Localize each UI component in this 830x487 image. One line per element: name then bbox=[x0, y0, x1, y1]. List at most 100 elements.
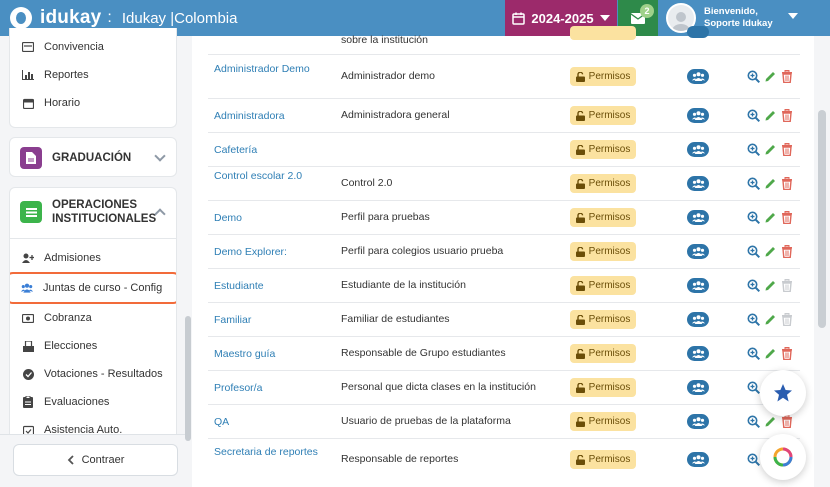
permissions-button[interactable]: Permisos bbox=[570, 174, 636, 193]
sidebar-section-graduacion[interactable]: GRADUACIÓN bbox=[9, 137, 177, 177]
profile-name-link[interactable]: Demo bbox=[214, 210, 324, 226]
trash-icon[interactable] bbox=[781, 109, 793, 122]
members-button[interactable] bbox=[687, 69, 709, 84]
members-button[interactable] bbox=[687, 380, 709, 395]
permissions-button[interactable]: Permisos bbox=[570, 276, 636, 295]
main-scrollbar-thumb[interactable] bbox=[818, 110, 826, 328]
zoom-in-icon[interactable] bbox=[747, 211, 760, 224]
zoom-in-icon[interactable] bbox=[747, 70, 760, 83]
permissions-button[interactable]: Permisos bbox=[570, 208, 636, 227]
members-button[interactable] bbox=[687, 142, 709, 157]
profile-name-link[interactable]: Cafetería bbox=[214, 142, 324, 158]
edit-pencil-icon[interactable] bbox=[764, 279, 777, 292]
logo[interactable]: idukay : Idukay |Colombia bbox=[10, 7, 237, 29]
edit-pencil-icon[interactable] bbox=[764, 109, 777, 122]
sidebar-item-reportes[interactable]: Reportes bbox=[10, 61, 176, 89]
trash-icon[interactable] bbox=[781, 70, 793, 83]
edit-pencil-icon[interactable] bbox=[764, 415, 777, 428]
profile-name-link[interactable]: Profesor/a bbox=[214, 380, 324, 396]
zoom-in-icon[interactable] bbox=[747, 245, 760, 258]
sidebar: Convivencia Reportes Horario GRADUACIÓN … bbox=[0, 28, 191, 487]
zoom-in-icon[interactable] bbox=[747, 279, 760, 292]
members-button[interactable] bbox=[687, 210, 709, 225]
sidebar-item-votaciones[interactable]: Votaciones - Resultados bbox=[10, 360, 176, 388]
members-button[interactable] bbox=[687, 346, 709, 361]
row-actions bbox=[747, 211, 793, 224]
sidebar-item-evaluaciones[interactable]: Evaluaciones bbox=[10, 388, 176, 416]
sidebar-scrollbar[interactable] bbox=[185, 316, 191, 441]
zoom-in-icon[interactable] bbox=[747, 177, 760, 190]
zoom-in-icon[interactable] bbox=[747, 313, 760, 326]
permissions-button[interactable]: Permisos bbox=[570, 378, 636, 397]
edit-pencil-icon[interactable] bbox=[764, 313, 777, 326]
members-button[interactable] bbox=[687, 312, 709, 327]
sidebar-divider bbox=[0, 434, 190, 435]
permissions-button[interactable]: Permisos bbox=[570, 67, 636, 86]
members-button[interactable] bbox=[687, 278, 709, 293]
permissions-button[interactable]: Permisos bbox=[570, 450, 636, 469]
profile-name-link[interactable]: QA bbox=[214, 414, 324, 430]
profile-name-link[interactable]: Demo Explorer: bbox=[214, 244, 324, 260]
trash-icon[interactable] bbox=[781, 177, 793, 190]
members-button[interactable] bbox=[687, 244, 709, 259]
sidebar-item-juntas-config[interactable]: Juntas de curso - Config bbox=[10, 272, 176, 304]
permissions-button[interactable]: Permisos bbox=[570, 344, 636, 363]
trash-icon[interactable] bbox=[781, 143, 793, 156]
sidebar-item-cobranza[interactable]: Cobranza bbox=[10, 304, 176, 332]
edit-pencil-icon[interactable] bbox=[764, 177, 777, 190]
profile-name-link[interactable]: Familiar bbox=[214, 312, 324, 328]
section-header-operaciones[interactable]: OPERACIONES INSTITUCIONALES bbox=[10, 188, 176, 236]
profile-name-link[interactable]: Secretaria de reportes bbox=[214, 444, 324, 460]
edit-pencil-icon[interactable] bbox=[764, 143, 777, 156]
row-description: Perfil para pruebas bbox=[341, 211, 430, 223]
zoom-in-icon[interactable] bbox=[747, 143, 760, 156]
edit-pencil-icon[interactable] bbox=[764, 211, 777, 224]
permissions-button[interactable]: Permisos bbox=[570, 140, 636, 159]
favorites-button[interactable] bbox=[760, 370, 806, 416]
sidebar-item-horario[interactable]: Horario bbox=[10, 89, 176, 117]
row-description: Usuario de pruebas de la plataforma bbox=[341, 415, 511, 427]
user-menu[interactable]: Bienvenido, Soporte Idukay bbox=[660, 0, 800, 36]
users-icon bbox=[691, 72, 705, 81]
zoom-in-icon[interactable] bbox=[747, 109, 760, 122]
profile-name-link[interactable]: Administradora bbox=[214, 108, 324, 124]
edit-pencil-icon[interactable] bbox=[764, 70, 777, 83]
edit-pencil-icon[interactable] bbox=[764, 245, 777, 258]
profile-name-link[interactable]: Maestro guía bbox=[214, 346, 324, 362]
permissions-button[interactable]: Permisos bbox=[570, 412, 636, 431]
trash-icon[interactable] bbox=[781, 415, 793, 428]
members-button[interactable] bbox=[687, 26, 709, 38]
permissions-label: Permisos bbox=[588, 416, 631, 427]
users-icon bbox=[691, 455, 705, 464]
profile-name-link[interactable]: Control escolar 2.0 bbox=[214, 168, 324, 184]
permissions-button[interactable] bbox=[570, 26, 636, 40]
permissions-button[interactable]: Permisos bbox=[570, 310, 636, 329]
profile-name-link[interactable]: Estudiante bbox=[214, 278, 324, 294]
members-button[interactable] bbox=[687, 176, 709, 191]
collapse-sidebar-button[interactable]: Contraer bbox=[13, 444, 178, 476]
edit-pencil-icon[interactable] bbox=[764, 347, 777, 360]
members-button[interactable] bbox=[687, 108, 709, 123]
profile-name-link[interactable]: Administrador Demo bbox=[214, 61, 324, 77]
sidebar-item-elecciones[interactable]: Elecciones bbox=[10, 332, 176, 360]
permissions-button[interactable]: Permisos bbox=[570, 242, 636, 261]
permissions-label: Permisos bbox=[588, 246, 631, 257]
trash-icon[interactable] bbox=[781, 211, 793, 224]
section-header-graduacion[interactable]: GRADUACIÓN bbox=[10, 138, 176, 178]
members-button[interactable] bbox=[687, 452, 709, 467]
graduation-icon bbox=[20, 147, 42, 169]
unlock-icon bbox=[575, 71, 585, 82]
members-button[interactable] bbox=[687, 414, 709, 429]
sidebar-item-convivencia[interactable]: Convivencia bbox=[10, 33, 176, 61]
assistant-button[interactable] bbox=[760, 434, 806, 480]
sidebar-item-admisiones[interactable]: Admisiones bbox=[10, 244, 176, 272]
trash-icon[interactable] bbox=[781, 245, 793, 258]
permissions-button[interactable]: Permisos bbox=[570, 106, 636, 125]
trash-icon[interactable] bbox=[781, 347, 793, 360]
zoom-in-icon[interactable] bbox=[747, 415, 760, 428]
sidebar-item-asistencia[interactable]: Asistencia Auto. bbox=[10, 416, 176, 435]
sidebar-item-label: Horario bbox=[44, 97, 81, 109]
zoom-in-icon[interactable] bbox=[747, 381, 760, 394]
zoom-in-icon[interactable] bbox=[747, 453, 760, 466]
zoom-in-icon[interactable] bbox=[747, 347, 760, 360]
